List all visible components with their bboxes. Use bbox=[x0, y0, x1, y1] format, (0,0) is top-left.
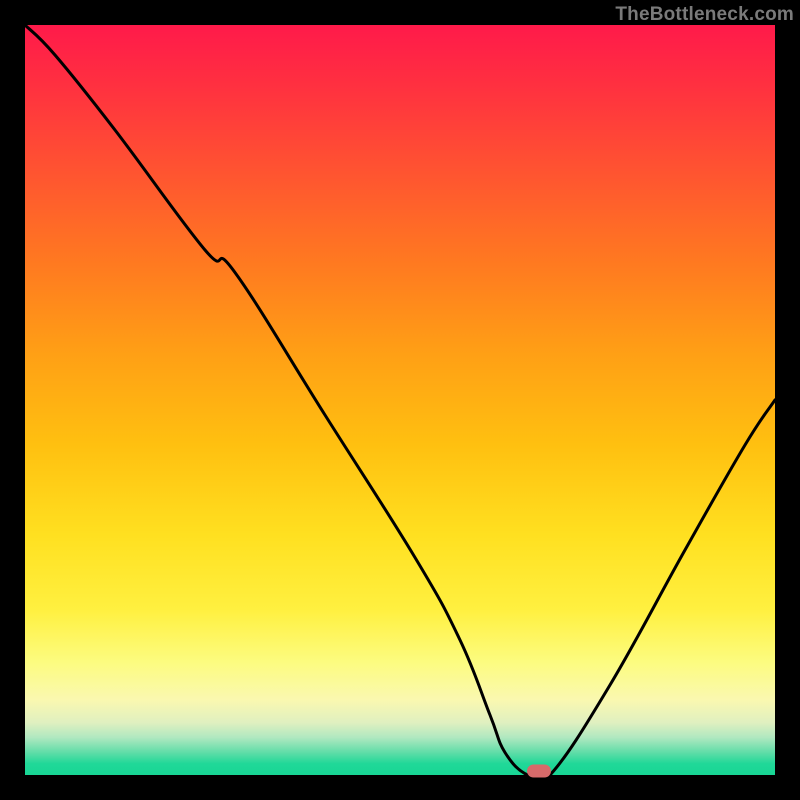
optimal-marker bbox=[527, 765, 551, 778]
bottleneck-curve bbox=[25, 25, 775, 775]
chart-container: TheBottleneck.com bbox=[0, 0, 800, 800]
plot-area bbox=[25, 25, 775, 775]
watermark-text: TheBottleneck.com bbox=[615, 4, 794, 26]
